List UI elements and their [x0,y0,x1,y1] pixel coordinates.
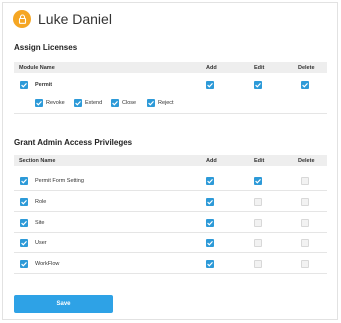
checkmark-icon [207,220,213,226]
row-divider [14,113,327,114]
site-edit-checkbox[interactable] [254,218,262,227]
site-add-checkbox[interactable] [206,218,214,227]
permit-form-setting-edit-checkbox[interactable] [254,177,262,185]
admin-table-header: Section Name Add Edit Delete [14,155,327,166]
checkmark-icon [207,178,213,184]
permit-delete-checkbox[interactable] [301,81,309,89]
checkmark-icon [207,199,213,205]
workflow-edit-checkbox[interactable] [254,260,262,269]
user-header: Luke Daniel [13,9,112,29]
checkmark-icon [21,241,27,247]
assign-licenses-title: Assign Licenses [14,43,78,52]
workflow-delete-checkbox[interactable] [301,260,309,269]
checkmark-icon [148,100,154,106]
section-checkbox-permit-form-setting[interactable] [20,177,28,185]
col-add: Add [206,65,217,71]
section-label-permit-form-setting: Permit Form Setting [35,178,84,184]
checkmark-icon [112,100,118,106]
row-divider [14,252,327,254]
section-label-site: Site [35,219,45,226]
section-label-workflow: WorkFlow [35,261,60,268]
col-delete: Delete [298,65,315,71]
checkmark-icon [255,178,261,184]
checkmark-icon [207,241,213,247]
permit-add-checkbox[interactable] [206,81,214,89]
row-divider [14,210,327,212]
checkmark-icon [207,82,213,88]
sub-permission-label-close: Close [122,100,137,106]
section-checkbox-workflow[interactable] [20,260,28,269]
col-add: Add [206,158,217,164]
section-label-role: Role [35,198,47,205]
user-edit-checkbox[interactable] [254,239,262,248]
checkmark-icon [255,82,261,88]
row-divider [14,273,327,275]
permit-edit-checkbox[interactable] [254,81,262,89]
col-edit: Edit [254,158,265,164]
sub-permission-label-reject: Reject [158,100,174,106]
role-edit-checkbox[interactable] [254,197,262,206]
sub-permission-checkbox-close[interactable] [111,99,119,107]
checkmark-icon [207,262,213,267]
col-module-name: Module Name [19,65,55,71]
section-checkbox-user[interactable] [20,239,28,248]
user-name: Luke Daniel [38,11,112,27]
permit-form-setting-add-checkbox[interactable] [206,177,214,185]
checkmark-icon [36,100,42,106]
admin-privileges-title: Grant Admin Access Privileges [14,138,133,147]
checkmark-icon [21,220,27,226]
user-delete-checkbox[interactable] [301,239,309,248]
lock-icon [18,14,26,24]
module-permit-checkbox[interactable] [20,81,28,89]
section-checkbox-site[interactable] [20,218,28,227]
sub-permission-checkbox-extend[interactable] [74,99,82,107]
permit-form-setting-delete-checkbox[interactable] [301,177,309,185]
row-divider [14,190,327,191]
sub-permission-label-extend: Extend [85,100,103,106]
sub-permission-label-revoke: Revoke [46,100,65,106]
checkmark-icon [21,178,27,184]
sub-permission-checkbox-reject[interactable] [147,99,155,107]
licenses-table-header: Module Name Add Edit Delete [14,62,327,73]
user-add-checkbox[interactable] [206,239,214,248]
section-checkbox-role[interactable] [20,197,28,206]
checkmark-icon [21,262,27,267]
checkmark-icon [75,100,81,106]
save-button[interactable]: Save [14,295,113,313]
workflow-add-checkbox[interactable] [206,260,214,269]
role-add-checkbox[interactable] [206,197,214,206]
site-delete-checkbox[interactable] [301,218,309,227]
col-edit: Edit [254,65,265,71]
sub-permission-checkbox-revoke[interactable] [35,99,43,107]
checkmark-icon [21,199,27,205]
section-label-user: User [35,240,47,247]
col-delete: Delete [298,158,315,164]
checkmark-icon [302,82,308,88]
role-delete-checkbox[interactable] [301,197,309,206]
module-permit-label: Permit [35,82,53,88]
col-section-name: Section Name [19,158,56,164]
avatar [13,10,31,28]
checkmark-icon [21,82,27,88]
row-divider [14,231,327,233]
